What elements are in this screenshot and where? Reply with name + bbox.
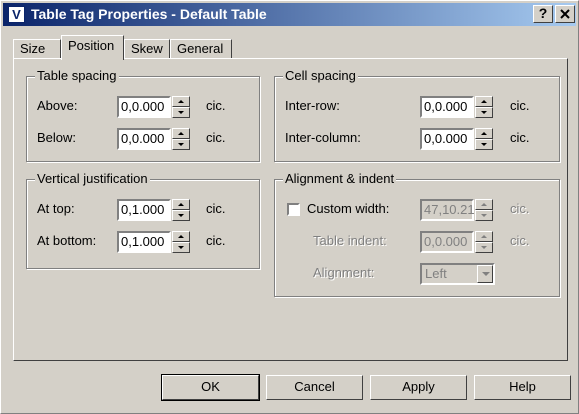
at-top-unit: cic. [206,201,226,216]
custom-width-unit: cic. [510,201,530,216]
spin-down-icon[interactable] [172,139,190,150]
above-label: Above: [37,98,78,113]
below-spinner[interactable] [172,128,190,150]
at-top-label: At top: [37,201,75,216]
cell-spacing-title: Cell spacing [283,68,358,83]
cancel-button[interactable]: Cancel [266,375,363,400]
window-title: Table Tag Properties - Default Table [31,6,267,22]
spin-down-icon[interactable] [475,139,493,150]
below-label: Below: [37,130,77,145]
close-button[interactable] [555,5,575,23]
at-bottom-unit: cic. [206,233,226,248]
tab-size[interactable]: Size [13,39,61,59]
spin-down-icon[interactable] [475,107,493,118]
cell-spacing-group: Cell spacing Inter-row: 0,0.000 cic. Int… [274,68,560,162]
inter-row-spinner[interactable] [475,96,493,118]
table-indent-input: 0,0.000 [420,231,474,253]
below-unit: cic. [206,130,226,145]
chevron-down-icon [477,265,493,283]
spin-up-icon [475,231,493,242]
below-input[interactable]: 0,0.000 [117,128,171,150]
position-panel: Table spacing Above: 0,0.000 cic. Below:… [13,58,568,361]
inter-row-input[interactable]: 0,0.000 [420,96,474,118]
at-bottom-spinner[interactable] [172,231,190,253]
alignment-indent-title: Alignment & indent [283,171,397,186]
title-bar[interactable]: V Table Tag Properties - Default Table ? [3,3,576,26]
table-spacing-title: Table spacing [35,68,119,83]
spin-down-icon [475,242,493,253]
help-button[interactable]: Help [474,375,571,400]
above-input[interactable]: 0,0.000 [117,96,171,118]
at-top-input[interactable]: 0,1.000 [117,199,171,221]
inter-row-label: Inter-row: [285,98,340,113]
at-top-spinner[interactable] [172,199,190,221]
table-indent-label: Table indent: [313,233,387,248]
help-title-button[interactable]: ? [533,5,553,23]
custom-width-input: 47,10.21 [420,199,475,221]
tab-position[interactable]: Position [61,35,124,60]
spin-up-icon[interactable] [172,128,190,139]
spin-up-icon[interactable] [172,96,190,107]
inter-column-spinner[interactable] [475,128,493,150]
above-spinner[interactable] [172,96,190,118]
alignment-value: Left [425,266,447,281]
spin-down-icon [475,210,493,221]
custom-width-spinner [475,199,493,221]
spin-up-icon[interactable] [475,128,493,139]
tab-skew[interactable]: Skew [124,39,170,59]
custom-width-checkbox[interactable] [287,203,300,216]
vertical-justification-title: Vertical justification [35,171,150,186]
apply-button[interactable]: Apply [370,375,467,400]
above-unit: cic. [206,98,226,113]
alignment-select: Left [420,263,495,285]
table-indent-unit: cic. [510,233,530,248]
spin-up-icon[interactable] [475,96,493,107]
spin-down-icon[interactable] [172,242,190,253]
inter-column-label: Inter-column: [285,130,361,145]
inter-row-unit: cic. [510,98,530,113]
spin-up-icon[interactable] [172,199,190,210]
spin-up-icon [475,199,493,210]
spin-up-icon[interactable] [172,231,190,242]
vertical-justification-group: Vertical justification At top: 0,1.000 c… [26,171,260,269]
tab-general[interactable]: General [170,39,232,59]
dialog-window: V Table Tag Properties - Default Table ?… [0,0,579,414]
app-icon: V [8,6,25,23]
at-bottom-input[interactable]: 0,1.000 [117,231,171,253]
close-icon [560,9,570,19]
at-bottom-label: At bottom: [37,233,97,248]
table-spacing-group: Table spacing Above: 0,0.000 cic. Below:… [26,68,260,162]
table-indent-spinner [475,231,493,253]
alignment-label: Alignment: [313,265,375,280]
inter-column-input[interactable]: 0,0.000 [420,128,474,150]
spin-down-icon[interactable] [172,107,190,118]
custom-width-label[interactable]: Custom width: [307,201,389,216]
inter-column-unit: cic. [510,130,530,145]
spin-down-icon[interactable] [172,210,190,221]
alignment-indent-group: Alignment & indent Custom width: 47,10.2… [274,171,560,297]
ok-button[interactable]: OK [161,374,260,401]
